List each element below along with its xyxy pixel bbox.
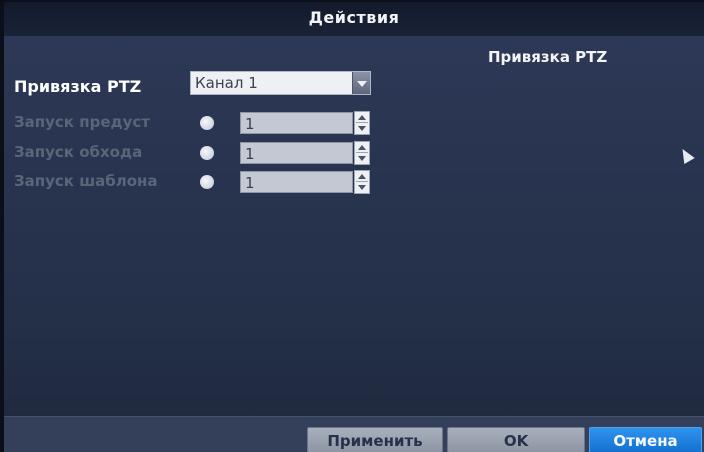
pattern-number-input[interactable]: 1 (240, 171, 353, 193)
tab-ptz-link[interactable]: Привязка PTZ (488, 48, 607, 66)
patrol-number-input[interactable]: 1 (240, 142, 353, 164)
preset-number-value: 1 (245, 115, 255, 133)
spinner-divider (356, 122, 368, 123)
spin-down-icon[interactable] (358, 126, 366, 131)
apply-button[interactable]: Применить (307, 427, 443, 452)
patrol-call-radio[interactable] (200, 146, 214, 160)
pattern-call-radio[interactable] (200, 175, 214, 189)
preset-call-label: Запуск предуст (14, 113, 150, 131)
patrol-call-label: Запуск обхода (14, 143, 143, 161)
pattern-number-value: 1 (245, 174, 255, 192)
preset-number-input[interactable]: 1 (240, 112, 353, 134)
mouse-pointer-icon (677, 145, 695, 165)
patrol-spinner[interactable] (354, 141, 370, 165)
actions-dialog: Действия Привязка PTZ Привязка PTZ Канал… (4, 2, 704, 452)
preset-spinner[interactable] (354, 111, 370, 135)
patrol-number-value: 1 (245, 145, 255, 163)
channel-select-value: Канал 1 (195, 74, 258, 92)
pattern-call-label: Запуск шаблона (14, 172, 158, 190)
spin-up-icon[interactable] (358, 115, 366, 120)
cancel-button[interactable]: Отмена (589, 427, 702, 452)
pattern-spinner[interactable] (354, 170, 370, 194)
chevron-down-icon[interactable] (352, 72, 370, 94)
ptz-link-label: Привязка PTZ (14, 77, 142, 96)
channel-select[interactable]: Канал 1 (190, 71, 371, 95)
ok-button[interactable]: OK (447, 427, 585, 452)
preset-call-radio[interactable] (200, 116, 214, 130)
spin-down-icon[interactable] (358, 156, 366, 161)
spin-down-icon[interactable] (358, 185, 366, 190)
spin-up-icon[interactable] (358, 145, 366, 150)
spinner-divider (356, 181, 368, 182)
title-bar: Действия (4, 2, 704, 36)
spinner-divider (356, 152, 368, 153)
spin-up-icon[interactable] (358, 174, 366, 179)
dialog-title: Действия (308, 8, 400, 27)
